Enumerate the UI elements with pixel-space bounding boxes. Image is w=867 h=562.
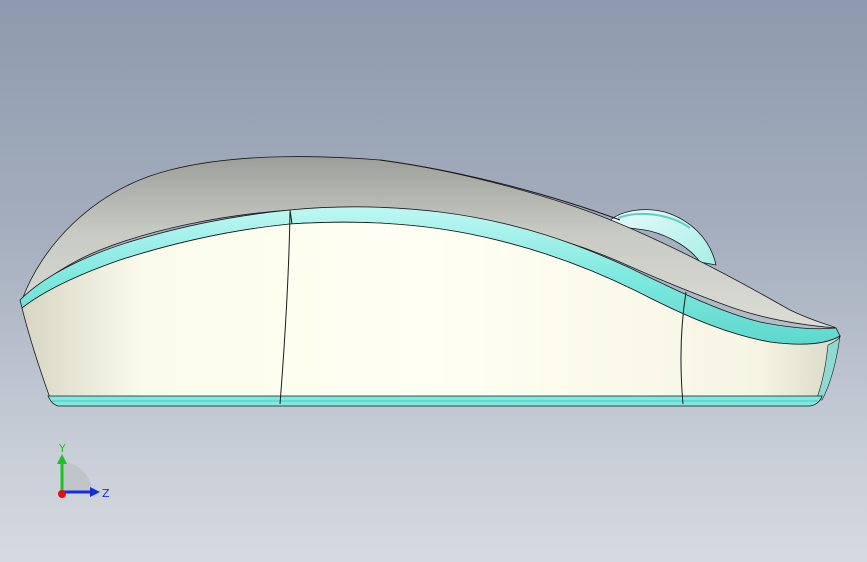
triad-plane-icon [62, 462, 92, 492]
axis-triad: Y Z [57, 442, 110, 500]
graphics-viewport[interactable]: Y Z [0, 0, 867, 562]
z-axis-label: Z [102, 487, 110, 500]
x-axis-icon [58, 490, 66, 498]
y-axis-label: Y [58, 442, 66, 455]
mouse-model[interactable] [0, 0, 867, 562]
